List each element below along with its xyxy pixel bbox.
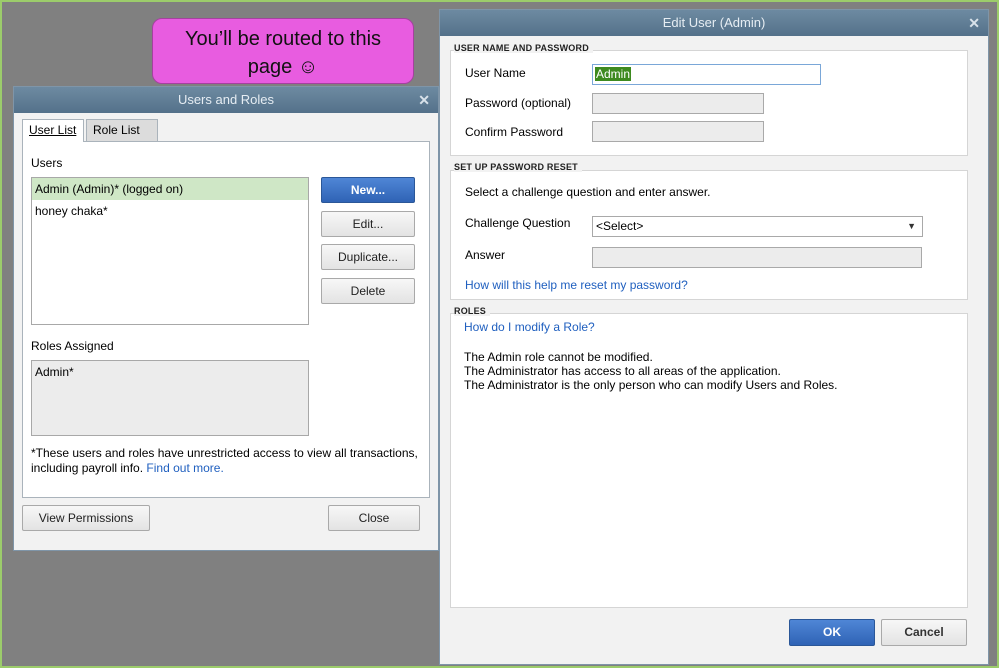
new-button-label: New... — [350, 183, 386, 197]
find-out-more-link[interactable]: Find out more. — [146, 461, 223, 475]
roles-description: The Admin role cannot be modified. The A… — [464, 350, 838, 392]
edit-user-titlebar: Edit User (Admin) ✕ — [440, 10, 988, 36]
reset-instruction: Select a challenge question and enter an… — [465, 185, 711, 199]
list-item: Admin* — [32, 361, 308, 383]
challenge-question-value: <Select> — [596, 219, 644, 233]
note-text: *These users and roles have unrestricted… — [31, 446, 418, 475]
callout-line-2: page ☺ — [247, 56, 319, 78]
roles-assigned-listbox: Admin* — [31, 360, 309, 436]
confirm-password-label: Confirm Password — [465, 125, 564, 139]
section-heading-password-reset: SET UP PASSWORD RESET — [454, 162, 582, 172]
edit-user-window: Edit User (Admin) ✕ USER NAME AND PASSWO… — [439, 9, 989, 665]
callout-line-1: You’ll be routed to this — [184, 28, 382, 50]
section-heading-user-name-password: USER NAME AND PASSWORD — [454, 43, 593, 53]
challenge-question-label: Challenge Question — [465, 216, 571, 230]
close-button-label: Close — [358, 511, 390, 525]
user-row-label: honey chaka* — [35, 204, 108, 218]
user-name-value: Admin — [595, 67, 632, 81]
callout-annotation: You’ll be routed to this page ☺ — [152, 18, 414, 84]
tab-user-list[interactable]: User List — [22, 119, 84, 142]
cancel-button-label: Cancel — [904, 625, 944, 639]
section-heading-roles: ROLES — [454, 306, 491, 316]
password-input[interactable] — [592, 93, 764, 114]
list-item[interactable]: Admin (Admin)* (logged on) — [32, 178, 308, 200]
user-row-label: Admin (Admin)* (logged on) — [35, 182, 184, 196]
users-roles-titlebar: Users and Roles ✕ — [14, 87, 438, 113]
answer-input[interactable] — [592, 247, 922, 268]
edit-button-label: Edit... — [352, 217, 384, 231]
user-name-input[interactable]: Admin — [592, 64, 821, 85]
duplicate-button-label: Duplicate... — [337, 250, 399, 264]
role-row-label: Admin* — [35, 365, 74, 379]
ok-button[interactable]: OK — [789, 619, 875, 646]
roles-line: The Administrator has access to all area… — [464, 364, 781, 378]
answer-label: Answer — [465, 248, 506, 262]
user-name-label: User Name — [465, 66, 526, 80]
delete-button-label: Delete — [350, 284, 386, 298]
challenge-question-select[interactable]: <Select> ▼ — [592, 216, 923, 237]
tab-role-list-label: Role List — [93, 123, 140, 137]
unrestricted-access-note: *These users and roles have unrestricted… — [31, 446, 421, 476]
chevron-down-icon: ▼ — [907, 221, 916, 231]
close-icon[interactable]: ✕ — [968, 10, 980, 36]
close-button[interactable]: Close — [328, 505, 420, 531]
roles-assigned-label: Roles Assigned — [31, 339, 114, 353]
roles-line: The Administrator is the only person who… — [464, 378, 838, 392]
users-label: Users — [31, 156, 63, 170]
duplicate-user-button[interactable]: Duplicate... — [321, 244, 415, 270]
ok-button-label: OK — [823, 625, 841, 639]
tab-role-list[interactable]: Role List — [86, 119, 158, 141]
users-and-roles-window: Users and Roles ✕ User List Role List Us… — [13, 86, 439, 551]
cancel-button[interactable]: Cancel — [881, 619, 967, 646]
view-permissions-label: View Permissions — [38, 511, 134, 525]
users-listbox[interactable]: Admin (Admin)* (logged on) honey chaka* — [31, 177, 309, 325]
roles-line: The Admin role cannot be modified. — [464, 350, 653, 364]
close-icon[interactable]: ✕ — [418, 87, 430, 113]
view-permissions-button[interactable]: View Permissions — [22, 505, 150, 531]
tab-user-list-label: User List — [29, 123, 77, 137]
list-item[interactable]: honey chaka* — [32, 200, 308, 222]
delete-user-button[interactable]: Delete — [321, 278, 415, 304]
users-roles-title: Users and Roles — [177, 92, 275, 107]
edit-user-button[interactable]: Edit... — [321, 211, 415, 237]
edit-user-title: Edit User (Admin) — [662, 15, 766, 30]
confirm-password-input[interactable] — [592, 121, 764, 142]
new-user-button[interactable]: New... — [321, 177, 415, 203]
password-label: Password (optional) — [465, 96, 572, 110]
reset-help-link[interactable]: How will this help me reset my password? — [465, 278, 688, 292]
modify-role-help-link[interactable]: How do I modify a Role? — [464, 320, 595, 334]
user-list-panel: Users Admin (Admin)* (logged on) honey c… — [22, 141, 430, 498]
